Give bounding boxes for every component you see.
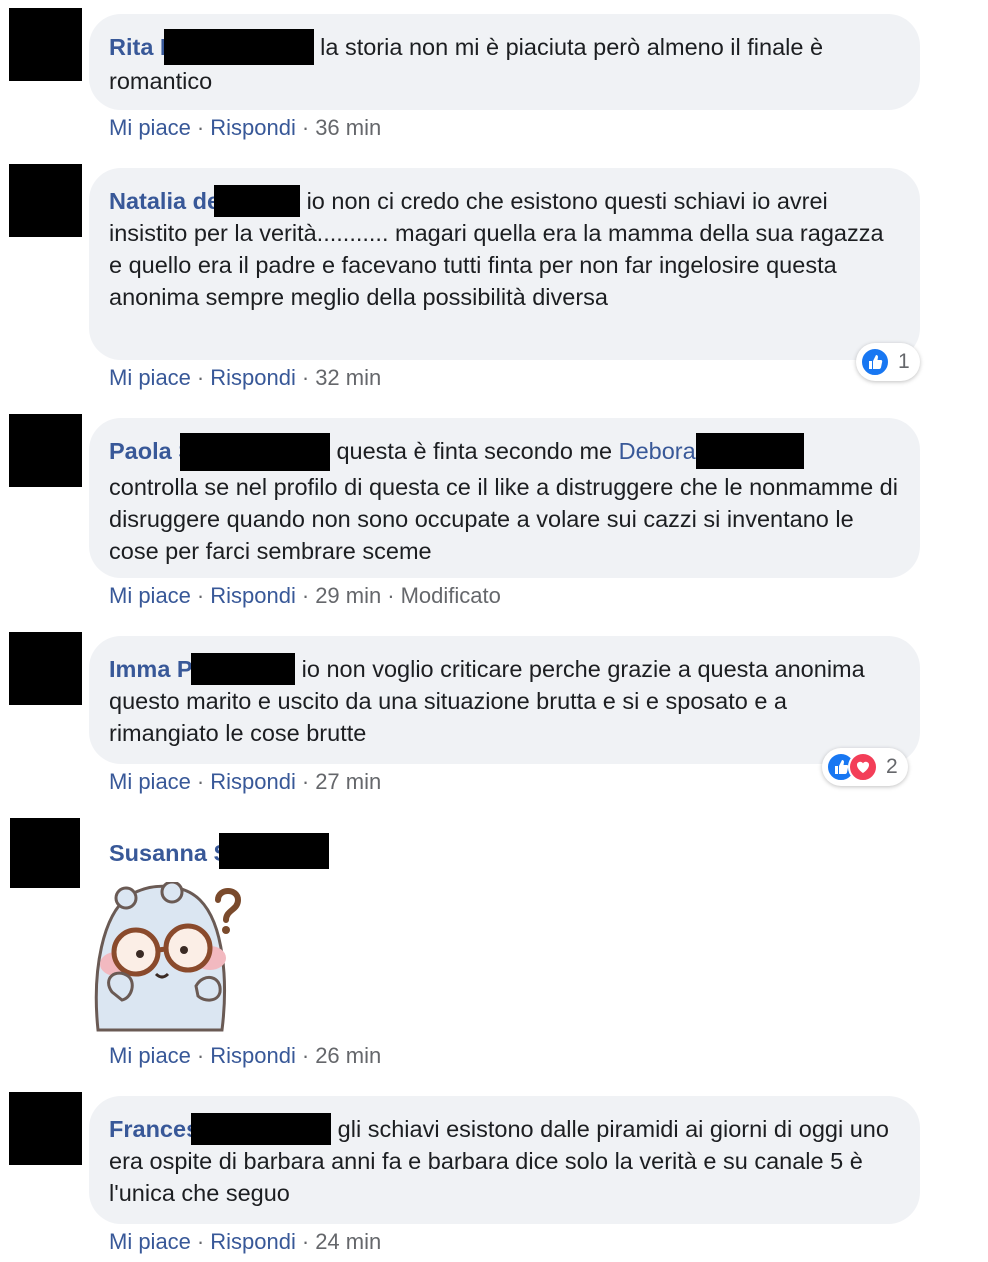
like-link[interactable]: Mi piace: [109, 115, 191, 140]
avatar[interactable]: [9, 164, 82, 237]
redaction-box: [219, 833, 330, 869]
avatar[interactable]: [9, 1092, 82, 1165]
author-name[interactable]: Imma Pi: [109, 656, 199, 682]
author-name[interactable]: Frances: [109, 1116, 199, 1142]
comment-bubble: Imma Pi io non voglio criticare perche g…: [89, 636, 920, 764]
timestamp[interactable]: 32 min: [315, 365, 381, 390]
redaction-box: [191, 653, 296, 685]
avatar[interactable]: [9, 414, 82, 487]
avatar[interactable]: [10, 818, 80, 888]
reaction-count: 1: [898, 350, 910, 373]
comment-actions: Mi piace · Rispondi · 29 min · Modificato: [109, 583, 501, 608]
comment-actions: Mi piace · Rispondi · 32 min: [109, 365, 382, 390]
timestamp[interactable]: 26 min: [315, 1043, 381, 1068]
reaction-summary[interactable]: 2: [822, 748, 908, 786]
comment-actions: Mi piace · Rispondi · 24 min: [109, 1229, 382, 1254]
timestamp[interactable]: 24 min: [315, 1229, 381, 1254]
reply-link[interactable]: Rispondi: [210, 583, 296, 608]
like-link[interactable]: Mi piace: [109, 365, 191, 390]
reply-link[interactable]: Rispondi: [210, 115, 296, 140]
like-icon: [860, 347, 890, 377]
author-name[interactable]: Natalia de: [109, 188, 220, 214]
reply-link[interactable]: Rispondi: [210, 1229, 296, 1254]
author-name[interactable]: Susanna S: [109, 840, 229, 866]
redaction-box: [179, 433, 330, 471]
reply-link[interactable]: Rispondi: [210, 769, 296, 794]
redaction-box: [214, 185, 301, 217]
comment-text-before: questa è finta secondo me: [336, 438, 613, 464]
comment-actions: Mi piace · Rispondi · 26 min: [109, 1043, 382, 1068]
comment-bubble: Frances gli schiavi esistono dalle piram…: [89, 1096, 920, 1224]
comment-bubble: Natalia de io non ci credo che esistono …: [89, 168, 920, 360]
edited-label: Modificato: [400, 583, 501, 608]
like-link[interactable]: Mi piace: [109, 1229, 191, 1254]
like-link[interactable]: Mi piace: [109, 1043, 191, 1068]
timestamp[interactable]: 29 min: [315, 583, 381, 608]
redaction-box: [163, 29, 314, 65]
redaction-box: [191, 1113, 332, 1145]
reply-link[interactable]: Rispondi: [210, 365, 296, 390]
timestamp[interactable]: 27 min: [315, 769, 381, 794]
timestamp[interactable]: 36 min: [315, 115, 381, 140]
reaction-count: 2: [886, 755, 898, 778]
bear-icon: [94, 880, 242, 1032]
comment-bubble: Rita P la storia non mi è piaciuta però …: [89, 14, 920, 110]
avatar[interactable]: [9, 632, 82, 705]
avatar[interactable]: [9, 8, 82, 81]
like-link[interactable]: Mi piace: [109, 769, 191, 794]
love-icon: [848, 752, 878, 782]
redaction-box: [695, 433, 804, 469]
comment-text-after: controlla se nel profilo di questa ce il…: [109, 474, 898, 564]
like-link[interactable]: Mi piace: [109, 583, 191, 608]
confused-bear-sticker[interactable]: [92, 880, 248, 1032]
sticker-author: Susanna S: [109, 833, 330, 869]
comment-bubble: Paola S questa è finta secondo me Debora…: [89, 418, 920, 578]
reaction-summary[interactable]: 1: [856, 343, 920, 381]
reply-link[interactable]: Rispondi: [210, 1043, 296, 1068]
comment-actions: Mi piace · Rispondi · 36 min: [109, 115, 382, 140]
mention-link[interactable]: Debora: [619, 438, 696, 464]
comment-actions: Mi piace · Rispondi · 27 min: [109, 769, 382, 794]
